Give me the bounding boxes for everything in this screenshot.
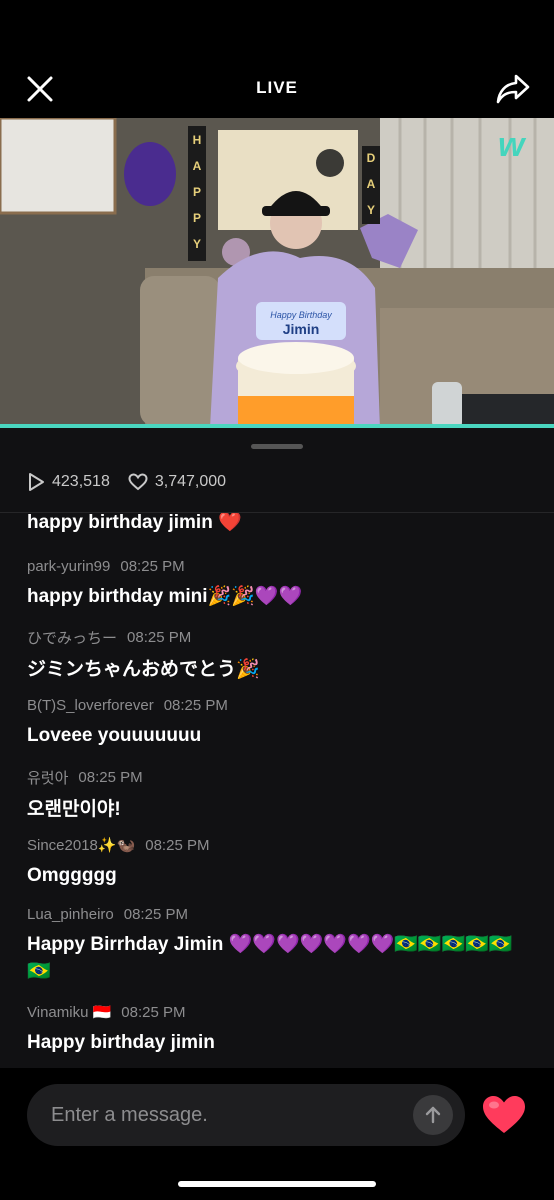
banner-letter: Y [367,203,375,217]
chat-message: ひでみっちー 08:25 PM ジミンちゃんおめでとう🎉 [27,627,527,683]
home-indicator [178,1181,376,1187]
chat-username[interactable]: Lua_pinheiro [27,906,114,923]
banner-letter: Y [193,237,201,251]
chat-message: 유럿아 08:25 PM 오랜만이야! [27,767,527,823]
chat-message-text: Loveee youuuuuuu [27,725,202,746]
chat-time: 08:25 PM [127,629,192,646]
top-bar: LIVE [0,0,554,118]
video-frame: w H A P P Y D A Y Happy Birthday Jimin [0,118,554,428]
message-input-container[interactable] [27,1084,465,1146]
composer-bar [0,1068,554,1200]
chat-time: 08:25 PM [123,906,188,923]
page-title: LIVE [256,78,298,97]
chat-time: 08:25 PM [163,697,228,714]
send-button[interactable] [413,1095,453,1135]
chat-message: happy birthday jimin ❤️ [27,513,527,536]
banner-letter: P [193,185,201,199]
heart-outline-icon [128,473,148,491]
play-count-value: 423,518 [52,473,110,490]
drag-handle[interactable] [251,444,303,449]
stats-row: 423,518 3,747,000 [27,472,244,492]
like-count-value: 3,747,000 [154,473,227,490]
live-video[interactable]: w H A P P Y D A Y Happy Birthday Jimin [0,118,554,428]
heart-icon [483,1096,525,1133]
banner-letter: A [193,159,202,173]
chat-username[interactable]: ひでみっちー [27,627,117,648]
banner-letter: H [193,133,202,147]
cake-topper-name: Jimin [283,321,320,337]
message-input[interactable] [51,1103,391,1127]
watermark-logo: w [498,126,527,164]
chat-username[interactable]: Since2018✨🦦 [27,836,135,854]
chat-message-text: Happy birthday jimin [27,1032,215,1053]
chat-list[interactable]: happy birthday jimin ❤️ park-yurin99 08:2… [0,513,554,1068]
chat-sheet: 423,518 3,747,000 happy birthday jimin ❤… [0,428,554,1068]
arrow-up-icon [425,1106,441,1124]
share-icon [496,74,530,104]
play-icon [29,473,44,491]
chat-message-text: ジミンちゃんおめでとう🎉 [27,659,260,680]
chat-message-text: Omggggg [27,865,117,886]
like-count: 3,747,000 [128,473,226,491]
cake-topper-text: Happy Birthday [270,310,332,320]
play-count: 423,518 [27,472,110,492]
chat-time: 08:25 PM [120,558,185,575]
chat-message: Since2018✨🦦 08:25 PM Omggggg [27,836,527,889]
heart-button[interactable] [481,1094,527,1136]
chat-message: B(T)S_loverforever 08:25 PM Loveee youuuu… [27,697,527,749]
chat-username[interactable]: park-yurin99 [27,558,110,575]
chat-message-text: 오랜만이야! [27,799,121,820]
chat-username[interactable]: Vinamiku 🇮🇩 [27,1003,111,1021]
chat-username[interactable]: B(T)S_loverforever [27,697,154,714]
chat-time: 08:25 PM [78,769,143,786]
chat-message: park-yurin99 08:25 PM happy birthday mini… [27,558,527,610]
chat-message-text: happy birthday mini🎉🎉💜💜 [27,586,303,607]
banner-letter: D [367,151,376,165]
chat-time: 08:25 PM [121,1003,186,1021]
share-button[interactable] [494,70,532,108]
chat-time: 08:25 PM [145,836,210,854]
chat-message: Lua_pinheiro 08:25 PM Happy Birrhday Jimi… [27,906,527,985]
chat-message: Vinamiku 🇮🇩 08:25 PM Happy birthday jimin [27,1003,527,1056]
chat-username[interactable]: 유럿아 [27,767,68,788]
banner-letter: A [367,177,376,191]
banner-letter: P [193,211,201,225]
chat-message-text: happy birthday jimin ❤️ [27,513,242,533]
chat-message-text: Happy Birrhday Jimin 💜💜💜💜💜💜💜🇧🇷🇧🇷🇧🇷🇧🇷🇧🇷🇧🇷 [27,934,513,982]
